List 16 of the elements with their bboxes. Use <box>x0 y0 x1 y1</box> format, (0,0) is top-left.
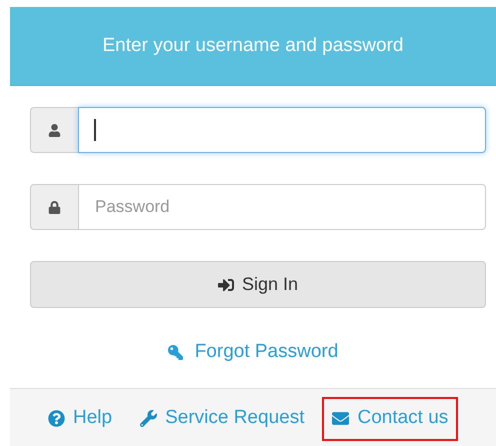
envelope-icon <box>332 410 350 427</box>
lock-icon <box>48 200 61 214</box>
sign-in-button[interactable]: Sign In <box>30 261 486 308</box>
text-cursor <box>94 119 96 141</box>
user-icon <box>48 124 61 136</box>
key-icon <box>168 344 183 360</box>
header-title: Enter your username and password <box>102 34 404 58</box>
help-icon <box>48 410 65 427</box>
forgot-password-link[interactable]: Forgot Password <box>168 340 338 364</box>
footer-link[interactable]: Help <box>38 396 122 440</box>
footer-link[interactable]: Contact us <box>322 396 458 440</box>
sign-in-icon <box>218 276 234 292</box>
input-field[interactable] <box>78 107 486 153</box>
footer-link[interactable]: Service Request <box>130 396 314 440</box>
input-field[interactable]: Password <box>78 184 486 230</box>
wrench-icon <box>140 410 158 427</box>
